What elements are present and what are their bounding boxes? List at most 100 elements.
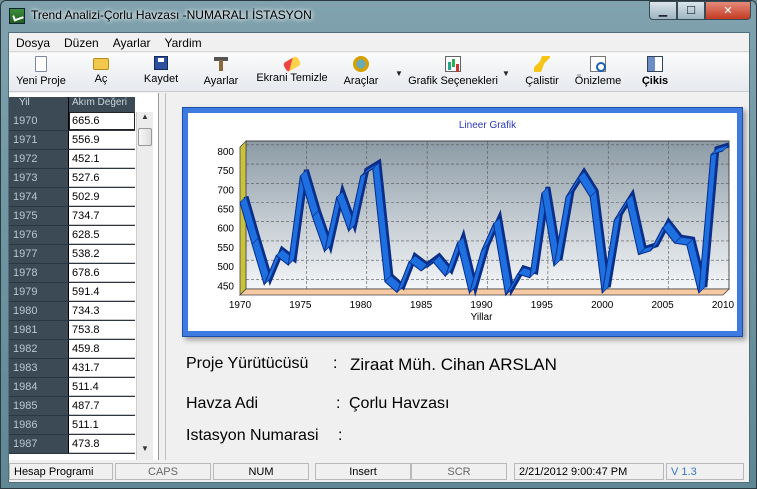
close-button[interactable]: ✕ [705, 1, 751, 20]
table-row[interactable]: 1983 431.7 [9, 359, 135, 378]
year-cell[interactable]: 1983 [9, 359, 69, 377]
year-cell[interactable]: 1976 [9, 226, 69, 244]
flow-value-cell[interactable]: 511.1 [69, 416, 135, 434]
tools-dropdown-icon[interactable]: ▼ [395, 69, 403, 78]
status-version: V 1.3 [666, 463, 744, 480]
scroll-up-icon[interactable]: ▲ [137, 112, 153, 128]
flow-value-cell[interactable]: 665.6 [69, 112, 135, 130]
run-button[interactable]: Çalistir [524, 54, 560, 90]
table-row[interactable]: 1986 511.1 [9, 416, 135, 435]
preview-button[interactable]: Önizleme [575, 54, 621, 90]
flow-value-cell[interactable]: 431.7 [69, 359, 135, 377]
year-cell[interactable]: 1987 [9, 435, 69, 453]
open-label: Aç [94, 73, 108, 85]
status-insert: Insert [315, 463, 411, 480]
table-row[interactable]: 1971 556.9 [9, 131, 135, 150]
year-cell[interactable]: 1985 [9, 397, 69, 415]
menu-duzen[interactable]: Düzen [57, 33, 106, 51]
run-label: Çalistir [525, 75, 559, 87]
grid-header-flow[interactable]: Akım Değeri [69, 97, 135, 112]
maximize-button[interactable]: ☐ [677, 1, 705, 20]
table-row[interactable]: 1981 753.8 [9, 321, 135, 340]
new-project-button[interactable]: Yeni Proje [13, 54, 69, 90]
status-scr: SCR [411, 463, 507, 480]
flow-value-cell[interactable]: 473.8 [69, 435, 135, 453]
flow-value-cell[interactable]: 502.9 [69, 188, 135, 206]
client-area: Dosya Düzen Ayarlar Yardim Yeni Proje Aç… [8, 32, 750, 483]
flow-value-cell[interactable]: 487.7 [69, 397, 135, 415]
window-controls: ▁ ☐ ✕ [649, 1, 751, 20]
flow-value-cell[interactable]: 753.8 [69, 321, 135, 339]
x-tick-label: 1970 [229, 300, 252, 311]
scroll-thumb[interactable] [138, 128, 152, 146]
flow-value-cell[interactable]: 511.4 [69, 378, 135, 396]
table-row[interactable]: 1975 734.7 [9, 207, 135, 226]
settings-button[interactable]: Ayarlar [202, 54, 240, 90]
flow-value-cell[interactable]: 734.3 [69, 302, 135, 320]
table-row[interactable]: 1970 665.6 [9, 112, 135, 131]
flow-value-cell[interactable]: 538.2 [69, 245, 135, 263]
year-cell[interactable]: 1979 [9, 283, 69, 301]
year-cell[interactable]: 1972 [9, 150, 69, 168]
table-row[interactable]: 1977 538.2 [9, 245, 135, 264]
year-cell[interactable]: 1984 [9, 378, 69, 396]
flow-value-cell[interactable]: 527.6 [69, 169, 135, 187]
table-row[interactable]: 1984 511.4 [9, 378, 135, 397]
table-row[interactable]: 1976 628.5 [9, 226, 135, 245]
flow-value-cell[interactable]: 628.5 [69, 226, 135, 244]
flow-value-cell[interactable]: 556.9 [69, 131, 135, 149]
clear-screen-button[interactable]: Ekrani Temizle [255, 54, 329, 90]
panel-splitter[interactable] [160, 93, 166, 460]
exit-button[interactable]: Çikis [640, 54, 670, 90]
flow-value-cell[interactable]: 459.8 [69, 340, 135, 358]
x-axis-label: Yillar [471, 312, 494, 323]
table-row[interactable]: 1980 734.3 [9, 302, 135, 321]
grid-scrollbar[interactable]: ▲ ▼ [136, 112, 153, 460]
minimize-button[interactable]: ▁ [649, 1, 677, 20]
table-row[interactable]: 1972 452.1 [9, 150, 135, 169]
year-cell[interactable]: 1975 [9, 207, 69, 225]
year-cell[interactable]: 1971 [9, 131, 69, 149]
year-cell[interactable]: 1978 [9, 264, 69, 282]
flow-value-cell[interactable]: 591.4 [69, 283, 135, 301]
settings-label: Ayarlar [203, 75, 239, 87]
window-title: Trend Analizi-Çorlu Havzası -NUMARALI İS… [31, 8, 312, 22]
year-cell[interactable]: 1986 [9, 416, 69, 434]
menu-dosya[interactable]: Dosya [9, 33, 57, 51]
basin-colon: : [336, 395, 341, 412]
grid-header-year[interactable]: Yil [9, 97, 69, 112]
tools-dropdown-button[interactable]: Araçlar [341, 54, 381, 90]
menu-ayarlar[interactable]: Ayarlar [106, 33, 158, 51]
year-cell[interactable]: 1970 [9, 112, 69, 130]
grid-body: 1970 665.6 1971 556.9 1972 452.1 1973 527.6 1974… [9, 112, 135, 460]
flow-value-cell[interactable]: 734.7 [69, 207, 135, 225]
year-cell[interactable]: 1973 [9, 169, 69, 187]
x-tick-label: 1985 [410, 300, 433, 311]
table-row[interactable]: 1978 678.6 [9, 264, 135, 283]
year-cell[interactable]: 1980 [9, 302, 69, 320]
eraser-icon [282, 55, 302, 73]
year-cell[interactable]: 1981 [9, 321, 69, 339]
y-tick-label: 500 [217, 262, 234, 273]
flow-value-cell[interactable]: 452.1 [69, 150, 135, 168]
menu-yardim[interactable]: Yardim [158, 33, 209, 51]
year-cell[interactable]: 1977 [9, 245, 69, 263]
print-preview-icon [590, 56, 606, 72]
table-row[interactable]: 1974 502.9 [9, 188, 135, 207]
table-row[interactable]: 1987 473.8 [9, 435, 135, 454]
chart-options-dropdown-icon[interactable]: ▼ [502, 69, 510, 78]
table-row[interactable]: 1982 459.8 [9, 340, 135, 359]
save-button[interactable]: Kaydet [142, 54, 180, 90]
open-button[interactable]: Aç [87, 54, 115, 90]
flow-value-cell[interactable]: 678.6 [69, 264, 135, 282]
chart-options-dropdown-button[interactable]: Grafik Seçenekleri [407, 54, 499, 90]
scroll-down-icon[interactable]: ▼ [137, 444, 153, 460]
title-bar[interactable]: Trend Analizi-Çorlu Havzası -NUMARALI İS… [1, 1, 756, 31]
manager-value: Ziraat Müh. Cihan ARSLAN [350, 355, 557, 374]
table-row[interactable]: 1985 487.7 [9, 397, 135, 416]
year-cell[interactable]: 1982 [9, 340, 69, 358]
table-row[interactable]: 1973 527.6 [9, 169, 135, 188]
year-cell[interactable]: 1974 [9, 188, 69, 206]
hammer-icon [213, 56, 229, 72]
table-row[interactable]: 1979 591.4 [9, 283, 135, 302]
